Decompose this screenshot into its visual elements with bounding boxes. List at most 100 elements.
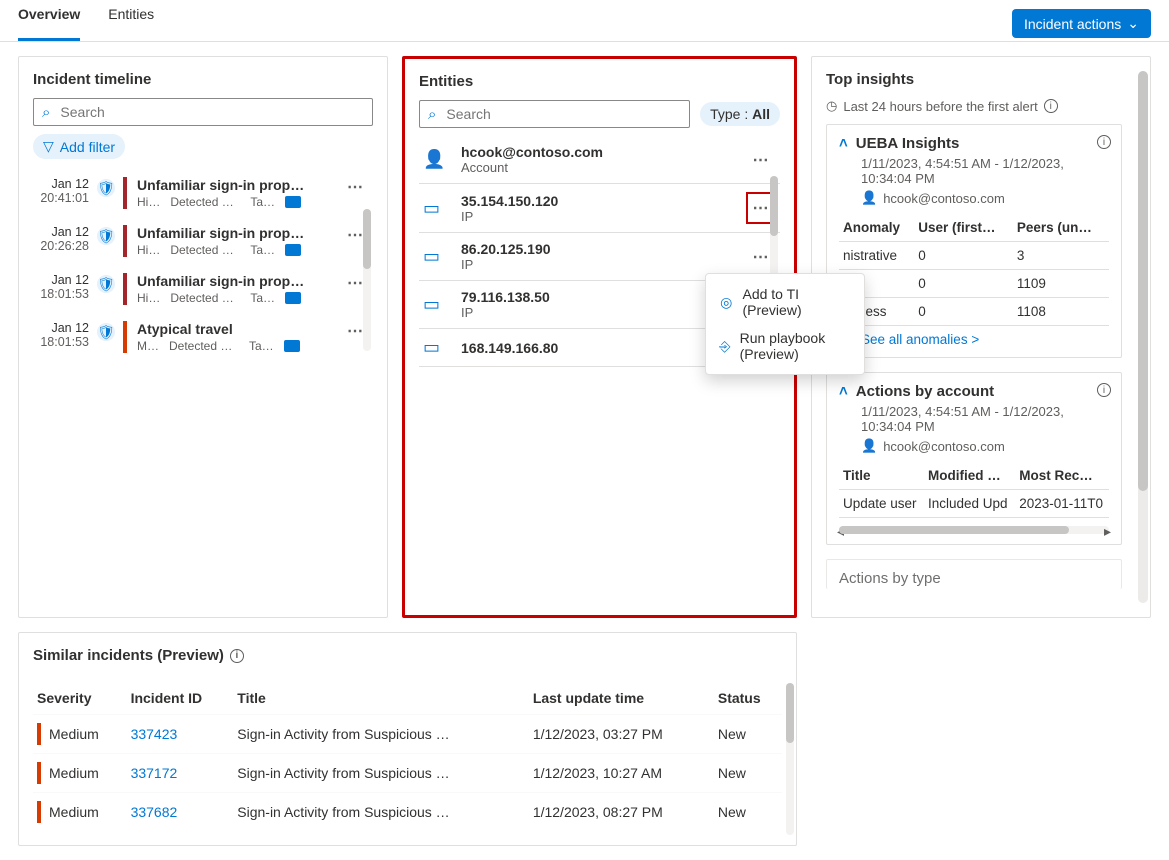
timeline-row[interactable]: Jan 1220:41:01 🛡 Unfamiliar sign-in prop… — [33, 169, 373, 217]
chevron-up-icon[interactable]: ˄ — [839, 383, 848, 400]
entity-type-filter[interactable]: Type : All — [700, 102, 780, 126]
chevron-down-icon: ⌄ — [1127, 15, 1139, 32]
shield-icon: 🛡 — [97, 323, 115, 341]
top-tabs: Overview Entities — [18, 6, 154, 41]
table-row[interactable]: ion01109 — [839, 270, 1109, 298]
timeline-item-title: Unfamiliar sign-in prop… — [137, 225, 339, 241]
timeline-search-input[interactable] — [58, 103, 364, 121]
clock-icon: ◷ — [826, 98, 837, 114]
severity-bar — [123, 321, 127, 353]
timeline-row[interactable]: Jan 1220:26:28 🛡 Unfamiliar sign-in prop… — [33, 217, 373, 265]
playbook-icon: ⎆ — [718, 338, 732, 355]
shield-icon: 🛡 — [97, 227, 115, 245]
timeline-item-title: Unfamiliar sign-in prop… — [137, 177, 339, 193]
incident-timeline-panel: Incident timeline ⌕ ▽ Add filter Jan 122… — [18, 56, 388, 618]
info-icon[interactable]: i — [1044, 99, 1058, 113]
see-all-anomalies-link[interactable]: See all anomalies > — [861, 332, 1109, 347]
severity-bar — [37, 801, 41, 823]
scrollbar[interactable] — [1138, 71, 1148, 603]
incident-actions-button[interactable]: Incident actions ⌄ — [1012, 9, 1151, 38]
actions-by-type-card: Actions by type — [826, 559, 1122, 589]
entity-title: 86.20.125.190 — [461, 241, 736, 257]
severity-bar — [123, 273, 127, 305]
shield-icon: 🛡 — [97, 275, 115, 293]
similar-incidents-table: Severity Incident ID Title Last update t… — [33, 682, 782, 831]
shield-icon: 🛡 — [97, 179, 115, 197]
tactic-chip-icon — [285, 292, 301, 304]
ueba-table: Anomaly User (first… Peers (un… nistrati… — [839, 214, 1109, 326]
more-icon[interactable]: ⋯ — [746, 150, 776, 170]
chevron-up-icon[interactable]: ˄ — [839, 135, 848, 152]
severity-bar — [37, 762, 41, 784]
search-icon: ⌕ — [42, 104, 50, 121]
severity-bar — [123, 225, 127, 257]
timeline-search[interactable]: ⌕ — [33, 98, 373, 126]
similar-incidents-title: Similar incidents (Preview) — [33, 647, 224, 664]
add-filter-button[interactable]: ▽ Add filter — [33, 134, 125, 159]
entities-panel: Entities ⌕ Type : All 👤 hcook@contoso.co… — [402, 56, 797, 618]
similar-incidents-panel: Similar incidents (Preview) i Severity I… — [18, 632, 797, 846]
timeline-date: Jan 1218:01:53 — [33, 321, 89, 349]
timeline-row[interactable]: Jan 1218:01:53 🛡 Atypical travel M… Dete… — [33, 313, 373, 361]
timeline-item-title: Unfamiliar sign-in prop… — [137, 273, 339, 289]
table-row[interactable]: Medium 337423 Sign-in Activity from Susp… — [33, 715, 782, 754]
entity-title: hcook@contoso.com — [461, 144, 736, 160]
entities-search[interactable]: ⌕ — [419, 100, 690, 128]
insights-range-label: Last 24 hours before the first alert — [843, 99, 1037, 114]
ip-icon: ▭ — [423, 337, 451, 358]
entity-subtype: IP — [461, 305, 736, 320]
tab-overview[interactable]: Overview — [18, 6, 80, 41]
info-icon[interactable]: i — [1097, 383, 1111, 397]
ctx-run-playbook[interactable]: ⎆ Run playbook (Preview) — [716, 324, 854, 368]
target-icon: ◎ — [718, 294, 734, 311]
account-icon: 👤 — [861, 190, 877, 206]
scrollbar[interactable] — [363, 209, 371, 351]
timeline-date: Jan 1220:26:28 — [33, 225, 89, 253]
entity-row[interactable]: 👤 hcook@contoso.com Account ⋯ — [419, 136, 780, 184]
incident-id-link[interactable]: 337682 — [131, 804, 178, 820]
account-icon: 👤 — [423, 149, 451, 170]
timeline-title: Incident timeline — [33, 71, 373, 88]
tactic-chip-icon — [285, 244, 301, 256]
entity-subtype: Account — [461, 160, 736, 175]
actions-by-account-card: i ˄ Actions by account 1/11/2023, 4:54:5… — [826, 372, 1122, 545]
entity-row[interactable]: ▭ 35.154.150.120 IP ⋯ — [419, 184, 780, 233]
filter-icon: ▽ — [43, 138, 54, 155]
incident-id-link[interactable]: 337172 — [131, 765, 178, 781]
tactic-chip-icon — [285, 196, 301, 208]
timeline-date: Jan 1218:01:53 — [33, 273, 89, 301]
entities-search-input[interactable] — [444, 105, 681, 123]
ctx-add-to-ti[interactable]: ◎ Add to TI (Preview) — [716, 280, 854, 324]
timeline-date: Jan 1220:41:01 — [33, 177, 89, 205]
entity-title: 35.154.150.120 — [461, 193, 736, 209]
table-row[interactable]: Medium 337682 Sign-in Activity from Susp… — [33, 793, 782, 832]
ip-icon: ▭ — [423, 294, 451, 315]
info-icon[interactable]: i — [1097, 135, 1111, 149]
h-scrollbar[interactable]: ◂ ▸ — [839, 526, 1109, 534]
account-icon: 👤 — [861, 438, 877, 454]
scrollbar[interactable] — [786, 683, 794, 835]
incident-actions-label: Incident actions — [1024, 16, 1121, 32]
table-row[interactable]: Access01108 — [839, 298, 1109, 326]
tactic-chip-icon — [284, 340, 300, 352]
more-icon[interactable]: ⋯ — [347, 177, 373, 197]
entities-title: Entities — [419, 73, 780, 90]
insights-title: Top insights — [826, 71, 1144, 88]
tab-entities[interactable]: Entities — [108, 6, 154, 41]
severity-bar — [123, 177, 127, 209]
entity-title: 168.149.166.80 — [461, 340, 736, 356]
search-icon: ⌕ — [428, 106, 436, 123]
ueba-insights-card: i ˄ UEBA Insights 1/11/2023, 4:54:51 AM … — [826, 124, 1122, 358]
severity-bar — [37, 723, 41, 745]
timeline-item-title: Atypical travel — [137, 321, 339, 337]
table-row[interactable]: Update userIncluded Upd2023-01-11T0 — [839, 490, 1109, 518]
incident-id-link[interactable]: 337423 — [131, 726, 178, 742]
table-row[interactable]: Medium 337172 Sign-in Activity from Susp… — [33, 754, 782, 793]
table-row[interactable]: nistrative03 — [839, 242, 1109, 270]
entity-subtype: IP — [461, 209, 736, 224]
entity-subtype: IP — [461, 257, 736, 272]
ip-icon: ▭ — [423, 246, 451, 267]
actions-table: Title Modified … Most Rec… Update userIn… — [839, 462, 1109, 518]
timeline-row[interactable]: Jan 1218:01:53 🛡 Unfamiliar sign-in prop… — [33, 265, 373, 313]
info-icon[interactable]: i — [230, 649, 244, 663]
